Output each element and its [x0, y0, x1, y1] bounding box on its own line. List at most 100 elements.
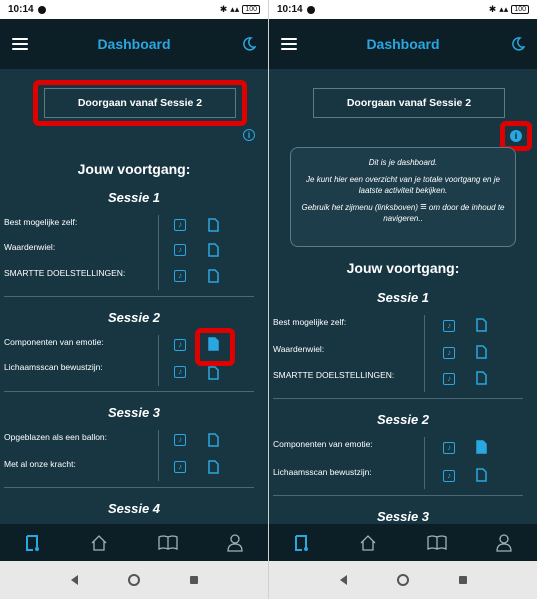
recent-apps-icon[interactable]: [458, 576, 467, 584]
list-item[interactable]: Lichaamsscan bewustzijn: ♪: [269, 465, 537, 495]
item-label: Best mogelijke zelf:: [273, 317, 347, 327]
session-title: Sessie 1: [107, 190, 161, 205]
status-time: 10:14: [8, 4, 34, 15]
music-note-icon[interactable]: ♪: [174, 244, 186, 256]
notification-icon: [306, 5, 315, 14]
menu-icon[interactable]: [281, 38, 297, 50]
home-circle-icon[interactable]: [396, 574, 409, 586]
dashboard-icon[interactable]: [25, 534, 41, 552]
home-icon[interactable]: [359, 534, 377, 552]
session-title: Sessie 2: [107, 310, 161, 325]
divider: [4, 487, 254, 488]
document-icon[interactable]: [208, 269, 219, 283]
music-note-icon[interactable]: ♪: [443, 347, 455, 359]
session-title: Sessie 3: [376, 509, 430, 524]
session-title: Sessie 1: [376, 290, 430, 305]
item-label: SMARTTE DOELSTELLINGEN:: [273, 370, 395, 380]
document-icon[interactable]: [476, 440, 487, 454]
list-item[interactable]: Met al onze kracht: ♪: [0, 457, 268, 487]
list-item[interactable]: Opgeblazen als een ballon: ♪: [0, 430, 268, 460]
tooltip-line: Je kunt hier een overzicht van je totale…: [306, 175, 500, 195]
music-note-icon[interactable]: ♪: [443, 470, 455, 482]
battery-icon: 100: [242, 5, 260, 14]
signal-icon: ▴▴: [499, 4, 509, 14]
list-item[interactable]: Waardenwiel: ♪: [0, 240, 268, 270]
back-icon[interactable]: [339, 575, 347, 585]
document-icon[interactable]: [208, 218, 219, 232]
music-note-icon[interactable]: ♪: [174, 434, 186, 446]
document-icon[interactable]: [208, 366, 219, 380]
recent-apps-icon[interactable]: [189, 576, 198, 584]
divider: [4, 296, 254, 297]
item-label: Waardenwiel:: [273, 344, 325, 354]
dashboard-icon[interactable]: [294, 534, 310, 552]
menu-glyph-icon: ≡: [420, 201, 427, 213]
moon-icon[interactable]: [242, 37, 256, 51]
session-title: Sessie 4: [107, 501, 161, 516]
item-label: Lichaamsscan bewustzijn:: [4, 362, 103, 372]
music-note-icon[interactable]: ♪: [174, 219, 186, 231]
divider: [273, 495, 523, 496]
document-icon[interactable]: [208, 460, 219, 474]
home-icon[interactable]: [90, 534, 108, 552]
bottom-nav: [0, 524, 268, 561]
tooltip-line: Gebruik het zijmenu (linksboven) ≡ om do…: [301, 201, 505, 224]
page-title: Dashboard: [97, 36, 171, 52]
document-icon[interactable]: [476, 371, 487, 385]
left-screen: 10:14 ✱ ▴▴ 100 Dashboard Doorgaan vanaf …: [0, 0, 268, 599]
right-screen: 10:14 ✱ ▴▴ 100 Dashboard Doorgaan vanaf …: [269, 0, 537, 599]
item-label: Opgeblazen als een ballon:: [4, 432, 108, 442]
item-label: Waardenwiel:: [4, 242, 56, 252]
music-note-icon[interactable]: ♪: [443, 320, 455, 332]
dashboard-content: Doorgaan vanaf Sessie 2 i Jouw voortgang…: [0, 69, 268, 524]
music-note-icon[interactable]: ♪: [174, 270, 186, 282]
music-note-icon[interactable]: ♪: [443, 442, 455, 454]
info-icon[interactable]: i: [243, 129, 255, 141]
list-item[interactable]: Waardenwiel: ♪: [269, 342, 537, 372]
back-icon[interactable]: [70, 575, 78, 585]
document-icon[interactable]: [476, 468, 487, 482]
profile-icon[interactable]: [496, 533, 512, 552]
list-item[interactable]: Best mogelijke zelf: ♪: [0, 215, 268, 245]
bottom-nav: [269, 524, 537, 561]
info-tooltip: Dit is je dashboard. Je kunt hier een ov…: [290, 147, 516, 247]
document-icon[interactable]: [208, 243, 219, 257]
music-note-icon[interactable]: ♪: [174, 339, 186, 351]
bluetooth-icon: ✱: [219, 4, 228, 14]
book-icon[interactable]: [158, 534, 178, 551]
divider: [4, 391, 254, 392]
bluetooth-icon: ✱: [488, 4, 497, 14]
book-icon[interactable]: [427, 534, 447, 551]
item-label: Componenten van emotie:: [273, 439, 373, 449]
status-bar: 10:14 ✱ ▴▴ 100: [269, 0, 537, 19]
system-nav-bar: [0, 561, 268, 599]
highlight-document: [195, 328, 235, 366]
list-item[interactable]: SMARTTE DOELSTELLINGEN: ♪: [0, 266, 268, 296]
progress-heading: Jouw voortgang:: [346, 260, 460, 276]
status-icons: ✱ ▴▴ 100: [489, 4, 529, 15]
item-label: Lichaamsscan bewustzijn:: [273, 467, 372, 477]
continue-session-button[interactable]: Doorgaan vanaf Sessie 2: [313, 88, 505, 118]
document-icon[interactable]: [476, 345, 487, 359]
tooltip-line: Dit is je dashboard.: [368, 158, 438, 167]
item-label: Met al onze kracht:: [4, 459, 76, 469]
menu-icon[interactable]: [12, 38, 28, 50]
list-item[interactable]: Best mogelijke zelf: ♪: [269, 315, 537, 345]
signal-icon: ▴▴: [230, 4, 240, 14]
music-note-icon[interactable]: ♪: [443, 373, 455, 385]
list-item[interactable]: SMARTTE DOELSTELLINGEN: ♪: [269, 368, 537, 398]
status-bar: 10:14 ✱ ▴▴ 100: [0, 0, 268, 19]
profile-icon[interactable]: [227, 533, 243, 552]
highlight-continue: [33, 80, 247, 126]
music-note-icon[interactable]: ♪: [174, 461, 186, 473]
document-icon[interactable]: [476, 318, 487, 332]
app-bar: Dashboard: [0, 19, 268, 69]
music-note-icon[interactable]: ♪: [174, 366, 186, 378]
document-icon[interactable]: [208, 433, 219, 447]
status-time: 10:14: [277, 4, 303, 15]
session-title: Sessie 3: [107, 405, 161, 420]
home-circle-icon[interactable]: [127, 574, 140, 586]
list-item[interactable]: Componenten van emotie: ♪: [269, 437, 537, 467]
moon-icon[interactable]: [511, 37, 525, 51]
list-item[interactable]: Lichaamsscan bewustzijn: ♪: [0, 360, 268, 390]
